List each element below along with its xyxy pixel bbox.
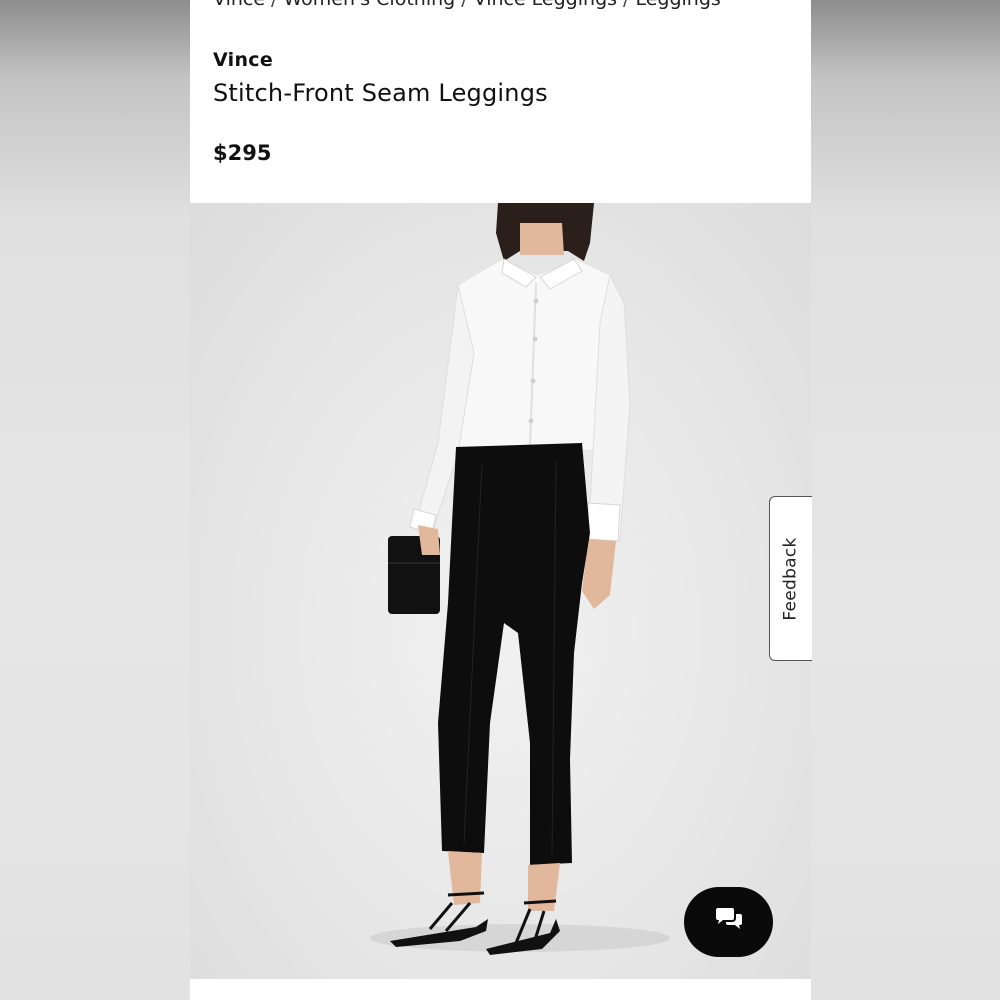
breadcrumb: Vince / Women's Clothing / Vince Leggings / Le…	[213, 0, 721, 10]
breadcrumb-item-category[interactable]: Women's Clothing	[283, 0, 455, 10]
feedback-tab[interactable]: Feedback	[769, 496, 812, 661]
breadcrumb-separator: /	[461, 0, 467, 10]
product-brand[interactable]: Vince	[213, 49, 273, 71]
breadcrumb-separator: /	[271, 0, 277, 10]
product-price: $295	[213, 141, 272, 165]
breadcrumb-item-subcategory[interactable]: Vince Leggings	[474, 0, 617, 10]
feedback-label: Feedback	[781, 536, 802, 621]
breadcrumb-separator: /	[623, 0, 629, 10]
product-name: Stitch-Front Seam Leggings	[213, 79, 548, 107]
product-page: Vince / Women's Clothing / Vince Leggings / Le…	[190, 0, 811, 1000]
page-footer-strip	[190, 979, 811, 1000]
chat-button[interactable]	[684, 887, 773, 957]
breadcrumb-item-brand[interactable]: Vince	[213, 0, 265, 10]
chat-bubbles-icon	[714, 907, 744, 937]
breadcrumb-item-current[interactable]: Leggings	[635, 0, 720, 10]
product-image[interactable]	[190, 203, 811, 979]
